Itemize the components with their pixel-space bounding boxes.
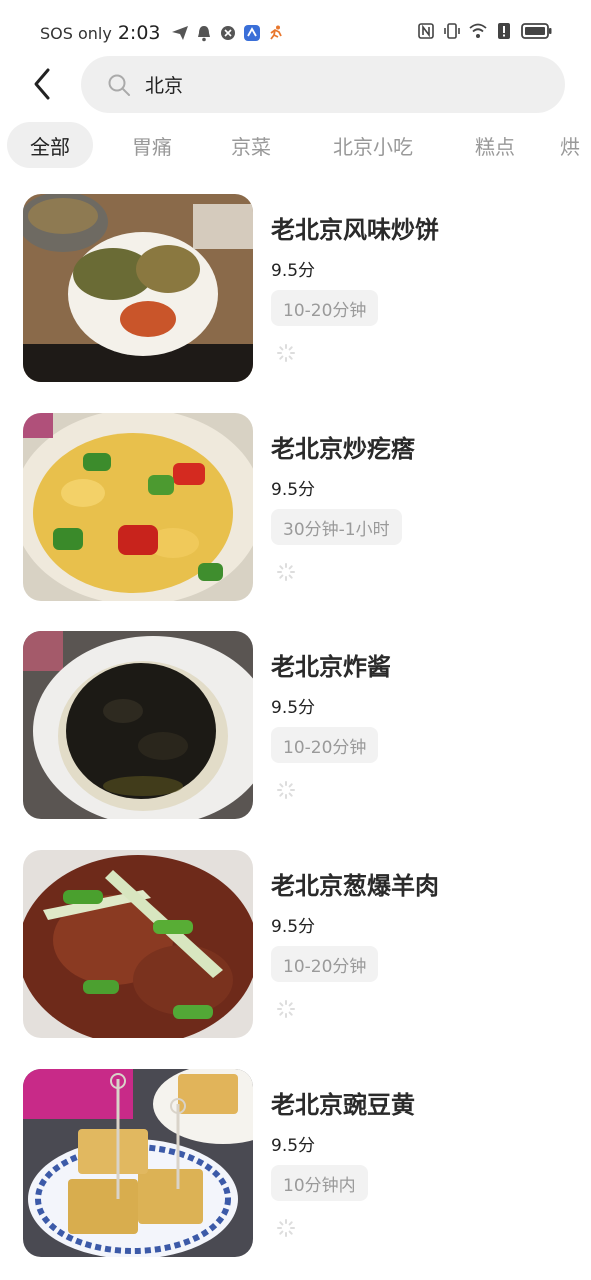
- back-button[interactable]: [22, 62, 62, 106]
- recipe-time-tag: 10-20分钟: [271, 290, 379, 326]
- search-input[interactable]: 北京: [81, 56, 565, 113]
- runner-icon: [269, 25, 282, 40]
- recipe-title: 老北京葱爆羊肉: [271, 872, 439, 900]
- recipe-time-tag: 10分钟内: [271, 1165, 368, 1201]
- chevron-left-icon: [34, 68, 50, 100]
- shield-icon: [220, 26, 235, 40]
- recipe-score: 9.5分: [271, 480, 316, 500]
- recipe-item[interactable]: 老北京炒疙瘩 9.5分 30分钟-1小时: [0, 413, 591, 603]
- category-tabs: 全部 胃痛 京菜 北京小吃 糕点 烘: [0, 122, 591, 170]
- recipe-image: [23, 194, 253, 382]
- recipe-image: [23, 631, 253, 819]
- app-icon: [243, 25, 260, 41]
- recipe-score: 9.5分: [271, 261, 316, 281]
- tab-pastry[interactable]: 糕点: [456, 122, 534, 168]
- tab-beijing-snacks[interactable]: 北京小吃: [320, 122, 426, 168]
- recipe-item[interactable]: 老北京炸酱 9.5分 10-20分钟: [0, 631, 591, 821]
- recipe-title: 老北京风味炒饼: [271, 216, 439, 244]
- send-icon: [171, 26, 188, 40]
- recipe-title: 老北京炸酱: [271, 653, 391, 681]
- tab-baking[interactable]: 烘: [560, 122, 591, 168]
- recipe-item[interactable]: 老北京豌豆黄 9.5分 10分钟内: [0, 1069, 591, 1259]
- recipe-time-tag: 30分钟-1小时: [271, 509, 402, 545]
- recipe-item[interactable]: 老北京风味炒饼 9.5分 10-20分钟: [0, 194, 591, 384]
- recipe-time-tag: 10-20分钟: [271, 727, 379, 763]
- recipe-title: 老北京炒疙瘩: [271, 435, 415, 463]
- sim-alert-icon: [498, 23, 510, 39]
- vibrate-icon: [444, 23, 460, 39]
- battery-icon: [521, 23, 552, 39]
- recipe-image: [23, 1069, 253, 1257]
- loading-icon: [277, 1000, 295, 1018]
- status-bar: SOS only 2:03: [0, 0, 591, 62]
- wifi-icon: [469, 23, 487, 38]
- carrier-label: SOS only: [40, 23, 112, 43]
- recipe-image: [23, 850, 253, 1038]
- recipe-score: 9.5分: [271, 698, 316, 718]
- search-icon: [108, 74, 130, 96]
- recipe-item[interactable]: 老北京葱爆羊肉 9.5分 10-20分钟: [0, 850, 591, 1040]
- recipe-score: 9.5分: [271, 1136, 316, 1156]
- recipe-time-tag: 10-20分钟: [271, 946, 379, 982]
- recipe-title: 老北京豌豆黄: [271, 1091, 415, 1119]
- loading-icon: [277, 781, 295, 799]
- search-query: 北京: [145, 75, 184, 97]
- loading-icon: [277, 344, 295, 362]
- nfc-icon: [418, 23, 434, 39]
- bell-icon: [197, 26, 210, 42]
- tab-stomachache[interactable]: 胃痛: [113, 122, 191, 168]
- tab-beijing-cuisine[interactable]: 京菜: [212, 122, 290, 168]
- recipe-image: [23, 413, 253, 601]
- tab-all[interactable]: 全部: [7, 122, 93, 168]
- loading-icon: [277, 563, 295, 581]
- recipe-score: 9.5分: [271, 917, 316, 937]
- loading-icon: [277, 1219, 295, 1237]
- clock: 2:03: [117, 22, 161, 44]
